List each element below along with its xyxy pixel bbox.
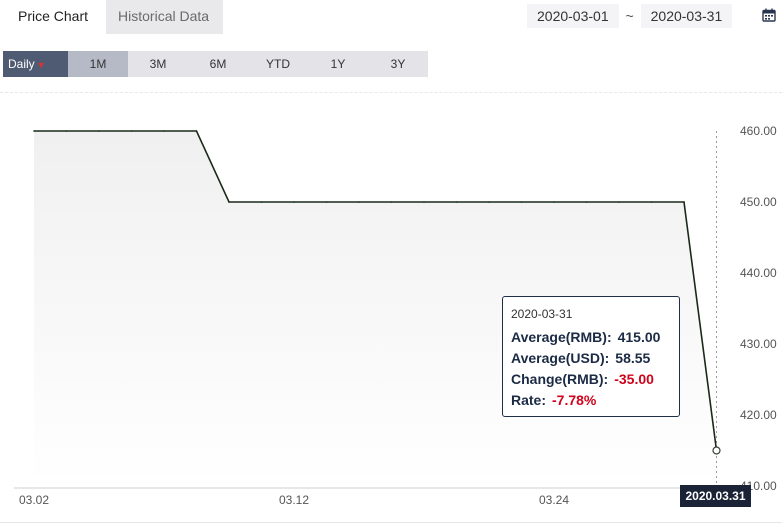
- tooltip-date: 2020-03-31: [511, 307, 573, 321]
- data-point: [195, 130, 198, 132]
- tooltip-rate: Rate: -7.78%: [511, 390, 679, 411]
- rate-value: -7.78%: [552, 392, 597, 408]
- tooltip-average-rmb: Average(RMB): 415.00: [511, 327, 679, 348]
- data-point: [683, 201, 685, 203]
- data-point: [488, 201, 490, 203]
- data-point: [553, 201, 555, 203]
- x-tick-label: 03.24: [539, 493, 569, 507]
- y-tick-label: 440.00: [740, 266, 777, 280]
- data-point: [455, 201, 458, 203]
- data-point: [325, 201, 328, 203]
- data-point: [423, 201, 425, 203]
- data-point: [33, 130, 35, 132]
- change-label: Change(RMB):: [511, 371, 609, 387]
- data-point: [98, 130, 100, 132]
- data-point: [65, 130, 68, 132]
- data-point: [163, 130, 165, 132]
- average-rmb-label: Average(RMB):: [511, 329, 612, 345]
- tooltip-change: Change(RMB): -35.00: [511, 369, 679, 390]
- data-point: [650, 201, 653, 203]
- data-point-highlight: [712, 446, 721, 455]
- cursor-date-badge: 2020.03.31: [680, 485, 751, 507]
- x-tick-label: 03.12: [279, 493, 309, 507]
- data-point: [585, 201, 588, 203]
- data-point: [358, 201, 360, 203]
- average-rmb-value: 415.00: [617, 329, 661, 345]
- y-tick-label: 450.00: [740, 195, 777, 209]
- data-point: [228, 201, 230, 203]
- tooltip-average-usd: Average(USD): 58.55: [511, 348, 679, 369]
- average-usd-value: 58.55: [615, 350, 651, 366]
- y-tick-label: 420.00: [740, 408, 777, 422]
- rate-label: Rate:: [511, 392, 547, 408]
- price-chart: 410.00420.00430.00440.00450.00460.0003.0…: [14, 124, 777, 507]
- y-tick-label: 460.00: [740, 124, 777, 138]
- data-point: [293, 201, 295, 203]
- y-tick-label: 430.00: [740, 337, 777, 351]
- divider: [0, 522, 782, 523]
- average-usd-label: Average(USD):: [511, 350, 610, 366]
- price-tooltip: 2020-03-31 Average(RMB): 415.00 Average(U…: [502, 296, 680, 417]
- data-point: [130, 130, 133, 132]
- data-point: [260, 201, 263, 203]
- data-point: [618, 201, 620, 203]
- data-point: [520, 201, 523, 203]
- change-value: -35.00: [614, 371, 654, 387]
- data-point: [390, 201, 393, 203]
- x-tick-label: 03.02: [19, 493, 49, 507]
